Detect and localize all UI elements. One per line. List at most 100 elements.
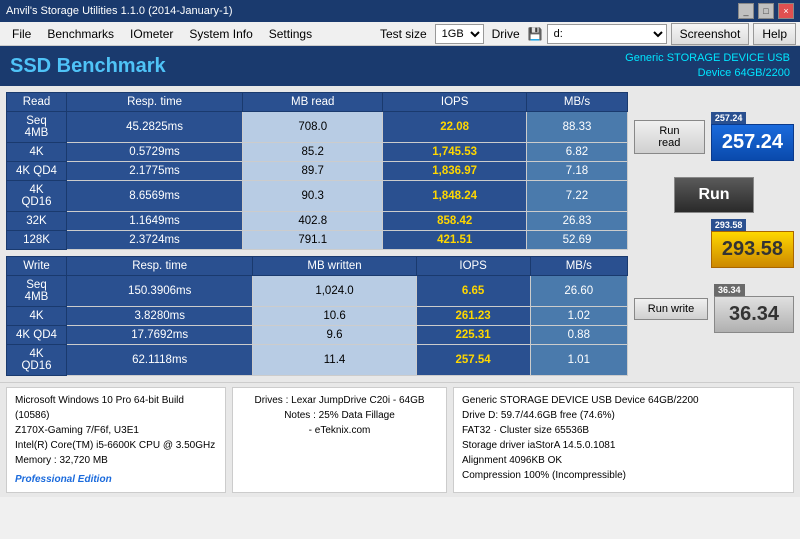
menu-settings[interactable]: Settings bbox=[261, 25, 320, 43]
table-section: Read Resp. time MB read IOPS MB/s Seq 4M… bbox=[6, 92, 628, 376]
minimize-button[interactable]: _ bbox=[738, 3, 754, 19]
menu-right: Test size 1GB 4GB Drive 💾 d: Screenshot … bbox=[376, 23, 796, 45]
run-button[interactable]: Run bbox=[674, 177, 754, 213]
read-label-32k: 32K bbox=[7, 212, 67, 231]
run-write-button[interactable]: Run write bbox=[634, 298, 708, 320]
device-info-panel: Generic STORAGE DEVICE USB Device 64GB/2… bbox=[453, 387, 794, 493]
bottom-bar: Microsoft Windows 10 Pro 64-bit Build (1… bbox=[0, 382, 800, 497]
read-mb-4k: 85.2 bbox=[243, 143, 383, 162]
read-iops-4kqd16: 1,848.24 bbox=[383, 181, 527, 212]
run-read-button[interactable]: Run read bbox=[634, 120, 705, 154]
help-button[interactable]: Help bbox=[753, 23, 796, 45]
drives-line1: Drives : Lexar JumpDrive C20i - 64GB bbox=[241, 393, 438, 408]
write-label-4kqd4: 4K QD4 bbox=[7, 326, 67, 345]
maximize-button[interactable]: □ bbox=[758, 3, 774, 19]
read-resp-4kqd16: 8.6569ms bbox=[67, 181, 243, 212]
menu-iometer[interactable]: IOmeter bbox=[122, 25, 181, 43]
read-label-128k: 128K bbox=[7, 231, 67, 250]
write-resp-4kqd16: 62.1118ms bbox=[67, 345, 253, 376]
read-iops-4k: 1,745.53 bbox=[383, 143, 527, 162]
menu-sysinfo[interactable]: System Info bbox=[181, 25, 260, 43]
write-label-seq4mb: Seq 4MB bbox=[7, 276, 67, 307]
drives-line3: - eTeknix.com bbox=[241, 423, 438, 438]
read-iops-128k: 421.51 bbox=[383, 231, 527, 250]
write-label-4k: 4K bbox=[7, 307, 67, 326]
system-info-panel: Microsoft Windows 10 Pro 64-bit Build (1… bbox=[6, 387, 226, 493]
mbs-header-write: MB/s bbox=[530, 257, 627, 276]
resp-time-header-read: Resp. time bbox=[67, 93, 243, 112]
write-score-display: 36.34 36.34 bbox=[714, 284, 794, 333]
menu-file[interactable]: File bbox=[4, 25, 39, 43]
menu-bar: File Benchmarks IOmeter System Info Sett… bbox=[0, 22, 800, 46]
write-header: Write bbox=[7, 257, 67, 276]
resp-time-header-write: Resp. time bbox=[67, 257, 253, 276]
ssd-title: SSD Benchmark bbox=[10, 55, 166, 78]
read-score-row: Run read 257.24 257.24 bbox=[634, 112, 794, 161]
write-iops-4k: 261.23 bbox=[416, 307, 530, 326]
read-resp-4k: 0.5729ms bbox=[67, 143, 243, 162]
drive-label: Drive bbox=[488, 27, 524, 41]
read-mbs-4kqd4: 7.18 bbox=[527, 162, 628, 181]
write-score-row: Run write 36.34 36.34 bbox=[634, 284, 794, 333]
write-resp-seq4mb: 150.3906ms bbox=[67, 276, 253, 307]
read-label-4kqd16: 4K QD16 bbox=[7, 181, 67, 212]
drive-select[interactable]: d: bbox=[547, 24, 667, 44]
total-score-value: 293.58 bbox=[711, 231, 794, 268]
menu-benchmarks[interactable]: Benchmarks bbox=[39, 25, 122, 43]
gauge-section: Run read 257.24 257.24 Run 293.58 293.58… bbox=[634, 92, 794, 376]
device-line1: Generic STORAGE DEVICE USB Device 64GB/2… bbox=[462, 393, 785, 408]
read-mbs-4k: 6.82 bbox=[527, 143, 628, 162]
drives-info-panel: Drives : Lexar JumpDrive C20i - 64GB Not… bbox=[232, 387, 447, 493]
read-table: Read Resp. time MB read IOPS MB/s Seq 4M… bbox=[6, 92, 628, 250]
write-mb-4k: 10.6 bbox=[253, 307, 416, 326]
write-mbs-4kqd4: 0.88 bbox=[530, 326, 627, 345]
read-iops-seq4mb: 22.08 bbox=[383, 112, 527, 143]
read-mb-32k: 402.8 bbox=[243, 212, 383, 231]
device-line5: Alignment 4096KB OK bbox=[462, 453, 785, 468]
write-label-4kqd16: 4K QD16 bbox=[7, 345, 67, 376]
read-label-seq4mb: Seq 4MB bbox=[7, 112, 67, 143]
title-bar: Anvil's Storage Utilities 1.1.0 (2014-Ja… bbox=[0, 0, 800, 22]
main-content: Read Resp. time MB read IOPS MB/s Seq 4M… bbox=[0, 86, 800, 382]
test-size-label: Test size bbox=[376, 27, 431, 41]
ssd-header: SSD Benchmark Generic STORAGE DEVICE USB… bbox=[0, 46, 800, 86]
read-header: Read bbox=[7, 93, 67, 112]
write-row-4k: 4K 3.8280ms 10.6 261.23 1.02 bbox=[7, 307, 628, 326]
read-resp-4kqd4: 2.1775ms bbox=[67, 162, 243, 181]
close-button[interactable]: × bbox=[778, 3, 794, 19]
read-score-display: 257.24 257.24 bbox=[711, 112, 794, 161]
read-mb-128k: 791.1 bbox=[243, 231, 383, 250]
sys-line4: Memory : 32,720 MB bbox=[15, 453, 217, 468]
write-mb-seq4mb: 1,024.0 bbox=[253, 276, 416, 307]
device-line2: Drive D: 59.7/44.6GB free (74.6%) bbox=[462, 408, 785, 423]
read-resp-128k: 2.3724ms bbox=[67, 231, 243, 250]
write-mbs-seq4mb: 26.60 bbox=[530, 276, 627, 307]
device-info: Generic STORAGE DEVICE USB Device 64GB/2… bbox=[625, 51, 790, 82]
sys-line1: Microsoft Windows 10 Pro 64-bit Build (1… bbox=[15, 393, 217, 423]
device-line6: Compression 100% (Incompressible) bbox=[462, 468, 785, 483]
write-resp-4k: 3.8280ms bbox=[67, 307, 253, 326]
screenshot-button[interactable]: Screenshot bbox=[671, 23, 750, 45]
read-iops-4kqd4: 1,836.97 bbox=[383, 162, 527, 181]
window-controls[interactable]: _ □ × bbox=[738, 3, 794, 19]
mb-read-header: MB read bbox=[243, 93, 383, 112]
read-mb-4kqd16: 90.3 bbox=[243, 181, 383, 212]
read-row-4kqd4: 4K QD4 2.1775ms 89.7 1,836.97 7.18 bbox=[7, 162, 628, 181]
read-score-value: 257.24 bbox=[711, 124, 794, 161]
total-score-row: 293.58 293.58 bbox=[634, 219, 794, 268]
test-size-select[interactable]: 1GB 4GB bbox=[435, 24, 484, 44]
device-line3: FAT32 · Cluster size 65536B bbox=[462, 423, 785, 438]
app-title: Anvil's Storage Utilities 1.1.0 (2014-Ja… bbox=[6, 5, 232, 17]
read-resp-32k: 1.1649ms bbox=[67, 212, 243, 231]
write-iops-seq4mb: 6.65 bbox=[416, 276, 530, 307]
write-mb-4kqd4: 9.6 bbox=[253, 326, 416, 345]
read-resp-seq4mb: 45.2825ms bbox=[67, 112, 243, 143]
professional-edition-label: Professional Edition bbox=[15, 472, 217, 487]
write-iops-4kqd4: 225.31 bbox=[416, 326, 530, 345]
write-row-seq4mb: Seq 4MB 150.3906ms 1,024.0 6.65 26.60 bbox=[7, 276, 628, 307]
read-mb-seq4mb: 708.0 bbox=[243, 112, 383, 143]
iops-header-write: IOPS bbox=[416, 257, 530, 276]
read-row-4k: 4K 0.5729ms 85.2 1,745.53 6.82 bbox=[7, 143, 628, 162]
write-iops-4kqd16: 257.54 bbox=[416, 345, 530, 376]
read-mbs-128k: 52.69 bbox=[527, 231, 628, 250]
